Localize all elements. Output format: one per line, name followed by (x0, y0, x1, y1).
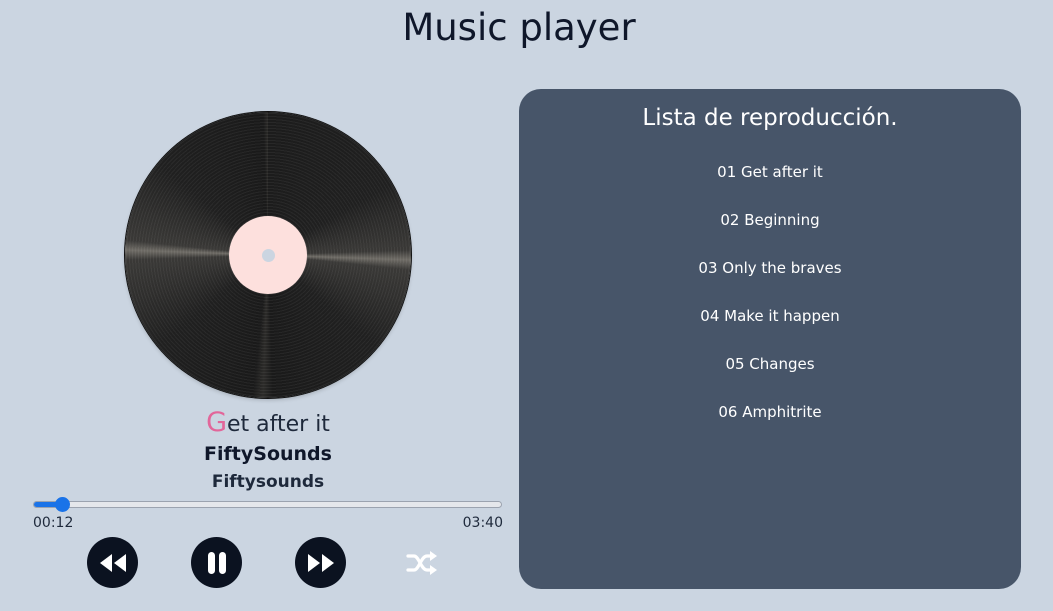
pause-button[interactable] (191, 537, 242, 588)
shuffle-icon (406, 551, 437, 575)
playlist-item[interactable]: 02 Beginning (519, 209, 1021, 257)
app-title: Music player (402, 6, 636, 49)
progress-thumb[interactable] (55, 497, 71, 512)
backward-icon (99, 553, 126, 572)
next-button[interactable] (295, 537, 346, 588)
playlist-panel: Lista de reproducción. 01 Get after it 0… (519, 89, 1021, 589)
song-title: Get after it (134, 407, 402, 438)
total-time: 03:40 (462, 515, 503, 531)
artist-name: FiftySounds (204, 443, 332, 465)
current-time: 00:12 (33, 515, 74, 531)
shuffle-button[interactable] (404, 546, 440, 580)
playlist-item[interactable]: 04 Make it happen (519, 305, 1021, 353)
playlist-item[interactable]: 06 Amphitrite (519, 401, 1021, 449)
vinyl-record-image (125, 112, 411, 398)
pause-icon (207, 551, 226, 574)
forward-icon (307, 553, 334, 572)
playlist-item[interactable]: 05 Changes (519, 353, 1021, 401)
playlist-title: Lista de reproducción. (642, 105, 898, 131)
playlist-item[interactable]: 03 Only the braves (519, 257, 1021, 305)
vinyl-center-hole (262, 249, 275, 262)
playlist-list: 01 Get after it 02 Beginning 03 Only the… (519, 161, 1021, 449)
playlist-item[interactable]: 01 Get after it (519, 161, 1021, 209)
previous-button[interactable] (87, 537, 138, 588)
song-title-rest: et after it (227, 412, 330, 437)
vinyl-label (229, 216, 307, 294)
song-title-initial: G (206, 407, 227, 438)
album-name: Fiftysounds (211, 472, 325, 492)
progress-slider[interactable] (33, 497, 502, 512)
